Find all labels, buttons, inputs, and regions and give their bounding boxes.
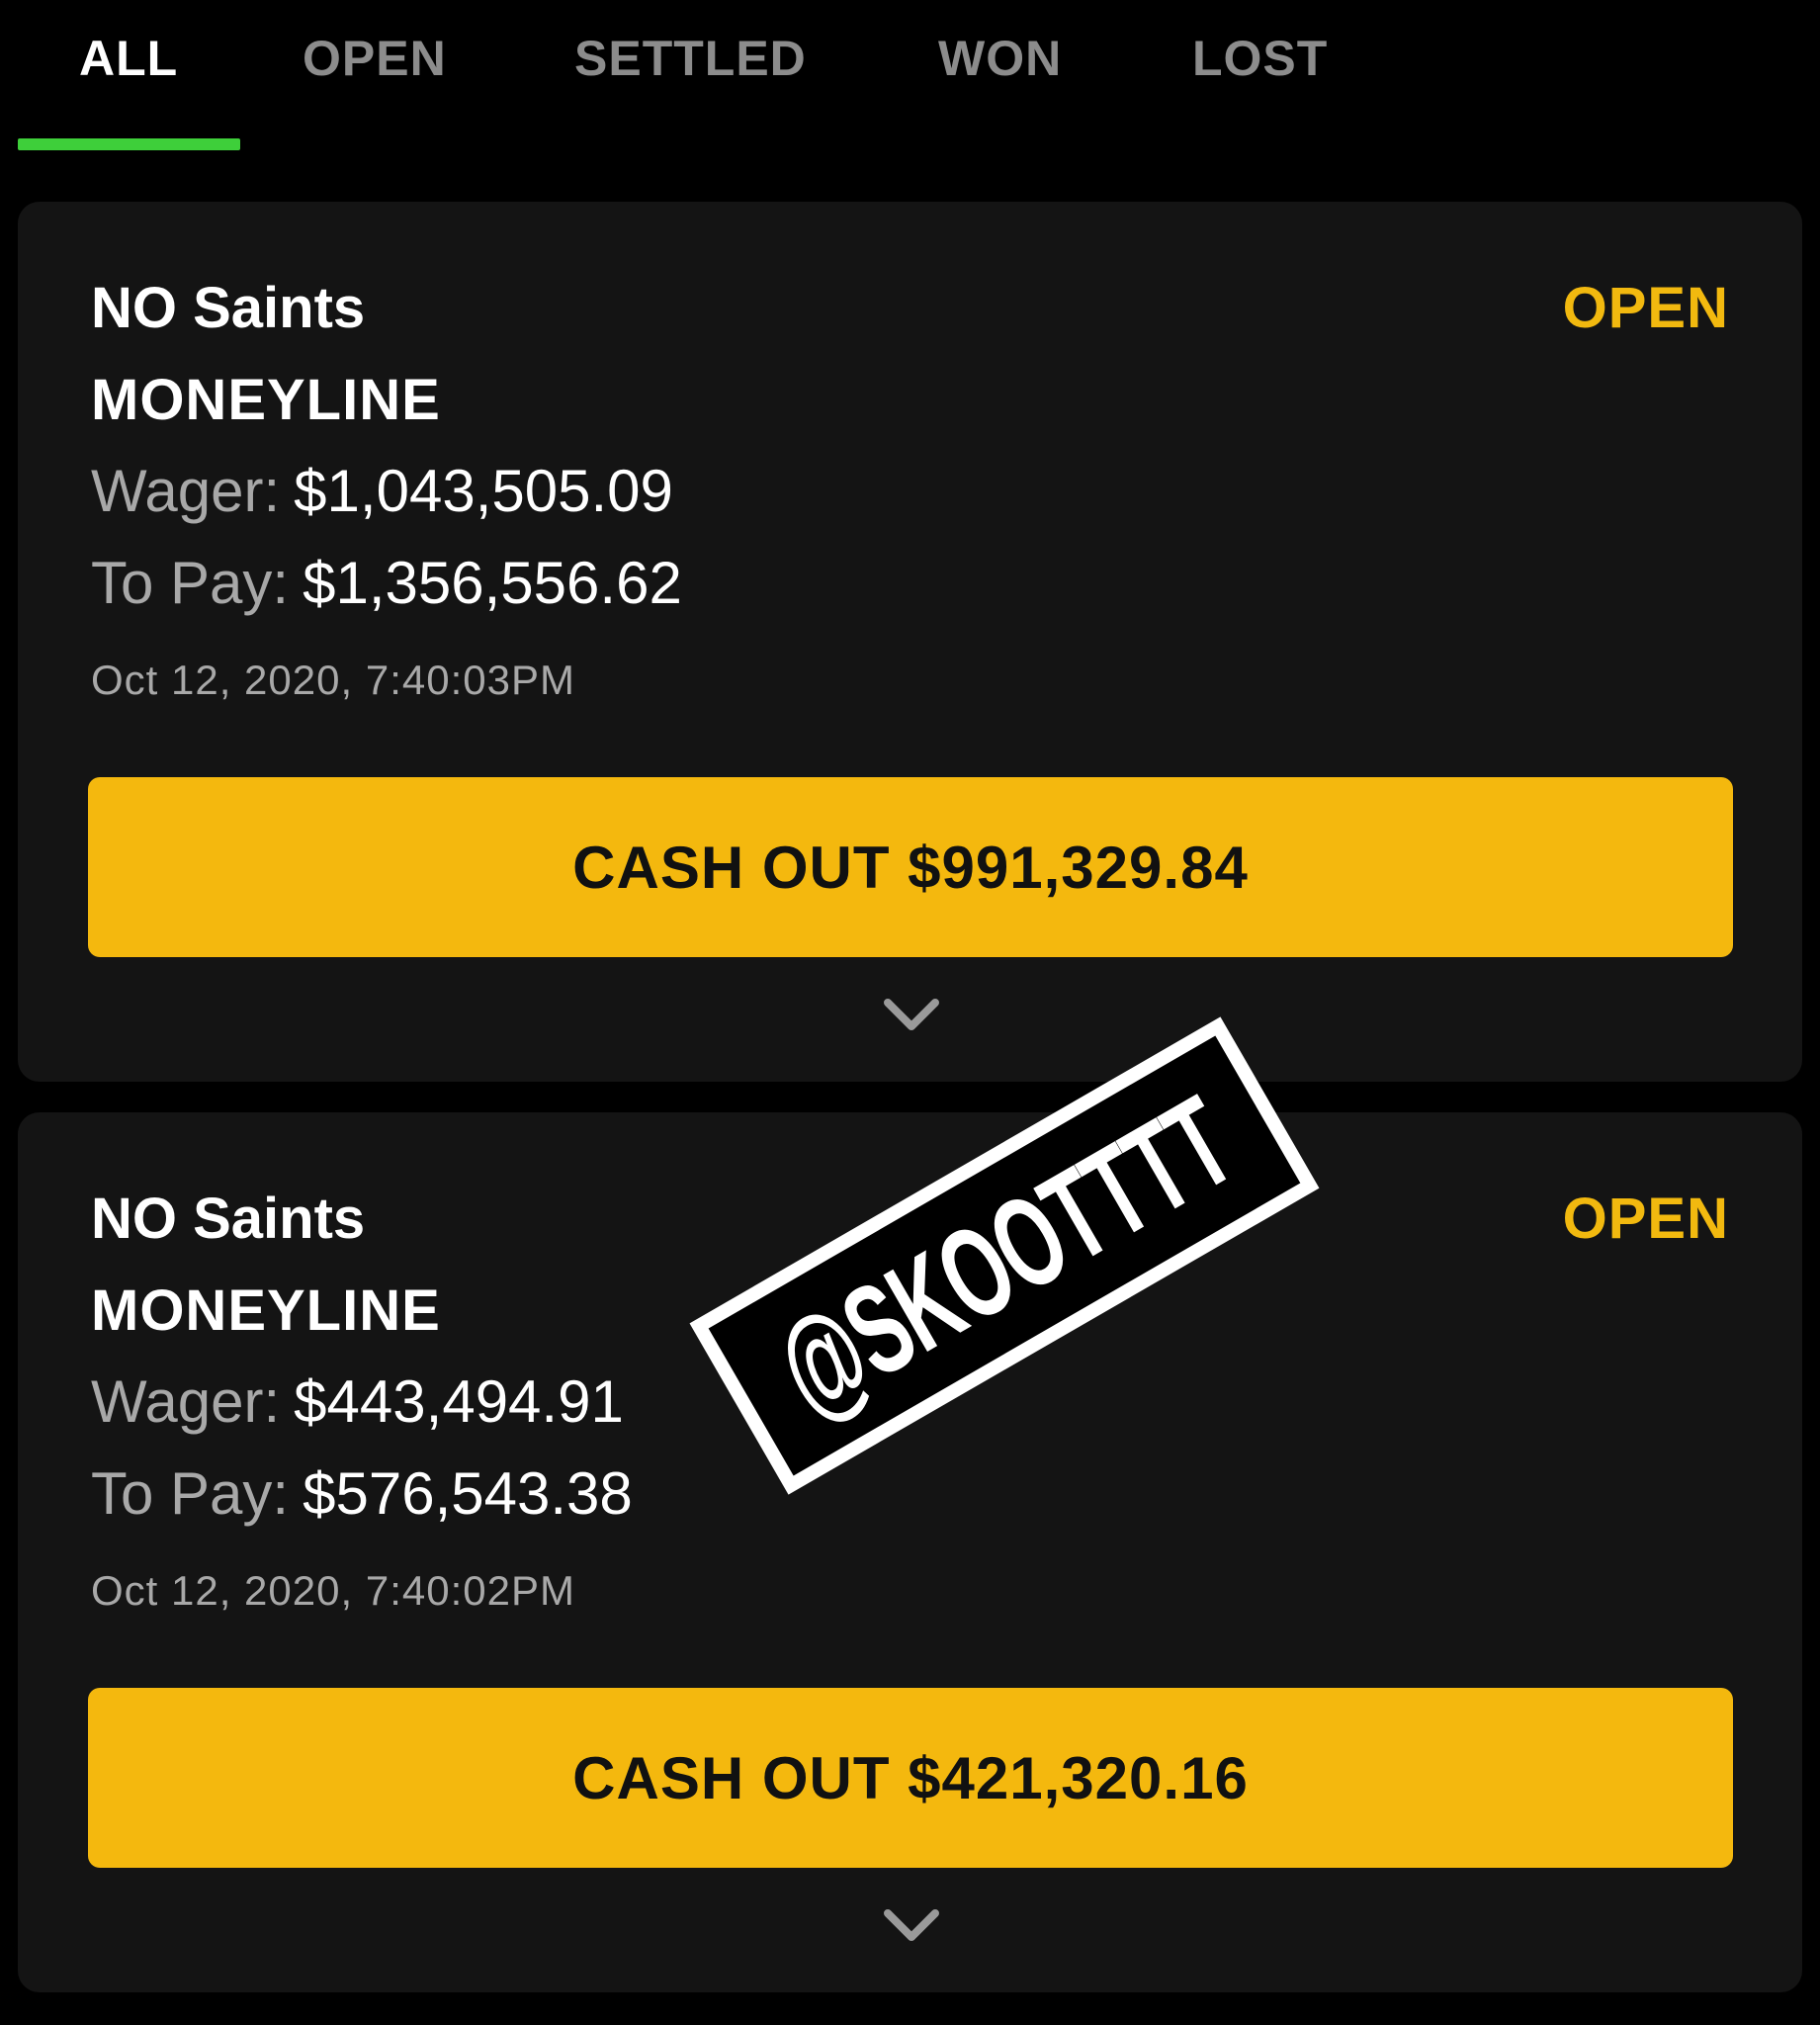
- bet-filter-tabs: ALL OPEN SETTLED WON LOST: [0, 0, 1820, 158]
- to-pay-value: $1,356,556.62: [303, 550, 682, 616]
- to-pay-row: To Pay: $576,543.38: [91, 1459, 633, 1528]
- status-badge: OPEN: [1562, 1187, 1729, 1251]
- chevron-down-icon[interactable]: [880, 1901, 943, 1949]
- cash-out-button[interactable]: CASH OUT $421,320.16: [88, 1688, 1733, 1868]
- team-name: NO Saints: [91, 1187, 366, 1251]
- bet-timestamp: Oct 12, 2020, 7:40:03PM: [91, 657, 575, 703]
- cash-out-button[interactable]: CASH OUT $991,329.84: [88, 777, 1733, 957]
- bet-timestamp: Oct 12, 2020, 7:40:02PM: [91, 1567, 575, 1614]
- wager-value: $443,494.91: [294, 1368, 624, 1435]
- wager-row: Wager: $1,043,505.09: [91, 457, 673, 525]
- bet-type: MONEYLINE: [91, 368, 441, 432]
- bet-card[interactable]: NO Saints OPEN MONEYLINE Wager: $1,043,50…: [18, 202, 1802, 1082]
- wager-row: Wager: $443,494.91: [91, 1367, 624, 1436]
- team-name: NO Saints: [91, 276, 366, 340]
- tab-won[interactable]: WON: [938, 30, 1062, 87]
- bets-screen: ALL OPEN SETTLED WON LOST NO Saints OPEN…: [0, 0, 1820, 2025]
- wager-value: $1,043,505.09: [294, 458, 673, 524]
- cash-out-label: CASH OUT $991,329.84: [572, 834, 1249, 901]
- to-pay-value: $576,543.38: [303, 1460, 633, 1527]
- to-pay-row: To Pay: $1,356,556.62: [91, 549, 682, 617]
- tab-lost[interactable]: LOST: [1192, 30, 1328, 87]
- to-pay-label: To Pay:: [91, 1460, 290, 1527]
- tab-all[interactable]: ALL: [79, 30, 178, 87]
- wager-label: Wager:: [91, 1368, 281, 1435]
- cash-out-label: CASH OUT $421,320.16: [572, 1744, 1249, 1811]
- bet-type: MONEYLINE: [91, 1278, 441, 1343]
- wager-label: Wager:: [91, 458, 281, 524]
- to-pay-label: To Pay:: [91, 550, 290, 616]
- tab-open[interactable]: OPEN: [303, 30, 447, 87]
- status-badge: OPEN: [1562, 276, 1729, 340]
- chevron-down-icon[interactable]: [880, 991, 943, 1038]
- active-tab-indicator: [18, 138, 240, 150]
- tab-settled[interactable]: SETTLED: [574, 30, 807, 87]
